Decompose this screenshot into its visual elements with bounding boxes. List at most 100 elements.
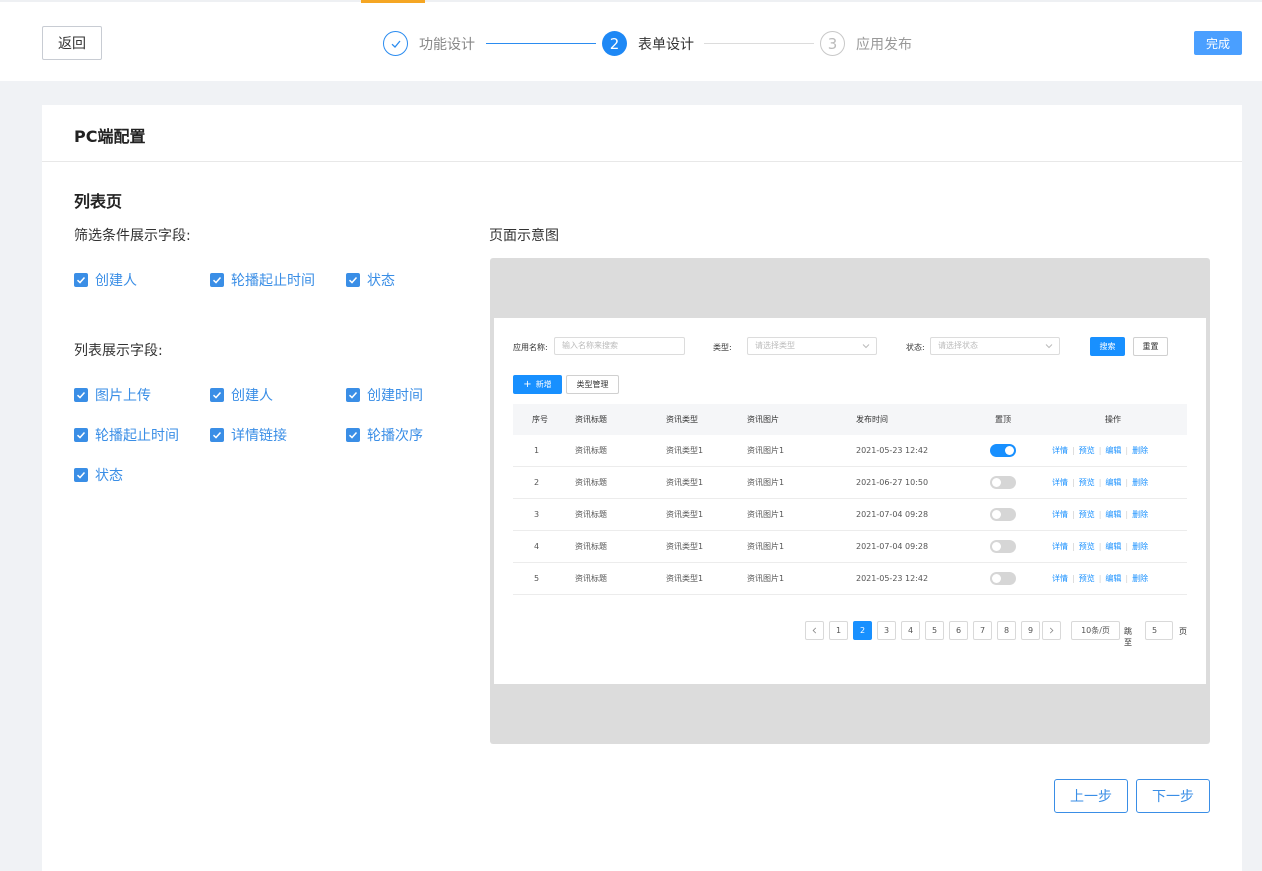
pv-action-link: 删除: [1132, 510, 1149, 519]
pv-cell-title: 资讯标题: [575, 542, 607, 551]
pv-action-link: 预览: [1078, 574, 1095, 583]
list-fields-label: 列表展示字段:: [74, 343, 163, 359]
checkbox-checked-icon: [74, 388, 88, 402]
pc-config-card: PC端配置 列表页 筛选条件展示字段: 创建人 轮播起止时间 状态 列表展示字段…: [42, 105, 1242, 871]
check-icon: [383, 31, 408, 56]
pv-action-link: 预览: [1078, 446, 1095, 455]
plus-icon: +: [523, 379, 532, 390]
pv-cell-top: [990, 435, 1016, 466]
pv-cell-image: 资讯图片1: [747, 510, 785, 519]
pv-top-toggle: [990, 476, 1016, 489]
checkbox-list-status[interactable]: 状态: [74, 465, 123, 485]
pv-type-manage-button: 类型管理: [566, 375, 619, 394]
pv-action-link: 删除: [1132, 542, 1149, 551]
back-button[interactable]: 返回: [42, 26, 102, 60]
checkbox-label: 状态: [95, 468, 123, 484]
pv-table-header: 序号 资讯标题 资讯类型 资讯图片 发布时间 置顶 操作: [513, 404, 1187, 435]
pv-action-separator: |: [1072, 446, 1075, 455]
pv-page-item: 8: [997, 621, 1016, 640]
pv-cell-no: 5: [534, 574, 540, 583]
checkbox-checked-icon: [74, 428, 88, 442]
checkbox-checked-icon: [74, 273, 88, 287]
pv-table-row: 1 资讯标题 资讯类型1 资讯图片1 2021-05-23 12:42 详情 | 预览 | 编辑 |…: [513, 435, 1187, 467]
pv-table: 序号 资讯标题 资讯类型 资讯图片 发布时间 置顶 操作 1 资讯标题资讯类型1 资…: [513, 404, 1187, 595]
checkbox-label: 轮播起止时间: [95, 428, 179, 444]
pv-type-label: 类型:: [713, 343, 732, 352]
pv-action-link: 删除: [1132, 446, 1149, 455]
step-form-design[interactable]: 2 表单设计: [602, 31, 694, 56]
checkbox-filter-carousel-time[interactable]: 轮播起止时间: [210, 270, 315, 290]
pv-cell-no: 4: [534, 542, 540, 551]
checkbox-label: 详情链接: [231, 428, 287, 444]
checkbox-list-carousel-order[interactable]: 轮播次序: [346, 425, 423, 445]
pv-action-link: 详情: [1052, 478, 1068, 487]
toggle-knob: [1005, 446, 1014, 455]
preview-label: 页面示意图: [489, 228, 559, 244]
pv-cell-image: 资讯图片1: [747, 446, 785, 455]
pv-cell-image: 资讯图片1: [747, 542, 785, 551]
pv-top-toggle: [990, 508, 1016, 521]
step-label: 应用发布: [856, 36, 912, 53]
step-app-publish[interactable]: 3 应用发布: [820, 31, 912, 56]
pv-cell-top: [990, 563, 1016, 594]
toggle-knob: [992, 510, 1001, 519]
pv-cell-title: 资讯标题: [575, 510, 607, 519]
pv-page-item: 6: [949, 621, 968, 640]
pv-name-input: 输入名称来搜索: [554, 337, 685, 355]
pv-action-link: 删除: [1132, 574, 1149, 583]
pv-col-header: 序号: [532, 415, 548, 424]
checkbox-list-carousel-time[interactable]: 轮播起止时间: [74, 425, 179, 445]
pv-action-separator: |: [1072, 574, 1075, 583]
section-title: 列表页: [74, 192, 123, 211]
pv-col-header: 置顶: [995, 415, 1011, 424]
pv-action-separator: |: [1125, 574, 1129, 583]
next-step-button[interactable]: 下一步: [1136, 779, 1210, 813]
checkbox-checked-icon: [346, 388, 360, 402]
pv-page-item: 3: [877, 621, 896, 640]
pv-add-label: 新增: [535, 380, 552, 389]
checkbox-filter-creator[interactable]: 创建人: [74, 270, 137, 290]
step-function-design[interactable]: 功能设计: [383, 31, 475, 56]
pv-action-link: 详情: [1052, 574, 1068, 583]
checkbox-list-create-time[interactable]: 创建时间: [346, 385, 423, 405]
checkbox-list-creator[interactable]: 创建人: [210, 385, 273, 405]
pv-action-separator: |: [1125, 542, 1129, 551]
pv-top-toggle: [990, 540, 1016, 553]
pv-action-link: 编辑: [1105, 542, 1122, 551]
checkbox-label: 图片上传: [95, 388, 151, 404]
pv-jump-label: 跳至: [1124, 627, 1132, 647]
pv-cell-actions: 详情 | 预览 | 编辑 | 删除: [1052, 531, 1148, 562]
checkbox-list-image-upload[interactable]: 图片上传: [74, 385, 151, 405]
preview-page: 应用名称: 输入名称来搜索 类型: 请选择类型 状态: 请选择状态 搜索 重置 …: [494, 318, 1206, 684]
pv-action-link: 详情: [1052, 510, 1068, 519]
pv-col-header: 操作: [1105, 415, 1121, 424]
pv-page-size: 10条/页: [1071, 621, 1120, 640]
pv-cell-time: 2021-06-27 10:50: [856, 478, 929, 487]
pv-cell-image: 资讯图片1: [747, 478, 785, 487]
pv-page-item: 2: [853, 621, 872, 640]
pv-jump-input: 5: [1145, 621, 1173, 640]
pv-cell-type: 资讯类型1: [666, 574, 704, 583]
pv-cell-top: [990, 467, 1016, 498]
pv-action-separator: |: [1072, 542, 1075, 551]
preview-frame: 应用名称: 输入名称来搜索 类型: 请选择类型 状态: 请选择状态 搜索 重置 …: [490, 258, 1210, 744]
pv-status-label: 状态:: [906, 343, 925, 352]
chevron-down-icon: [862, 344, 870, 349]
checkbox-filter-status[interactable]: 状态: [346, 270, 395, 290]
pv-cell-no: 1: [534, 446, 540, 455]
pv-cell-time: 2021-05-23 12:42: [856, 446, 929, 455]
pv-cell-actions: 详情 | 预览 | 编辑 | 删除: [1052, 563, 1148, 594]
checkbox-list-detail-link[interactable]: 详情链接: [210, 425, 287, 445]
chevron-left-icon: [805, 621, 824, 640]
pv-action-link: 预览: [1078, 478, 1095, 487]
prev-step-button[interactable]: 上一步: [1054, 779, 1128, 813]
pv-type-select: 请选择类型: [747, 337, 877, 355]
checkbox-label: 创建人: [95, 273, 137, 289]
top-accent-bar: [361, 0, 425, 3]
pv-table-row: 2 资讯标题 资讯类型1 资讯图片1 2021-06-27 10:50 详情 | 预览 | 编辑 |…: [513, 467, 1187, 499]
done-button[interactable]: 完成: [1194, 31, 1242, 55]
pv-page-item: 5: [925, 621, 944, 640]
pv-type-placeholder: 请选择类型: [755, 341, 795, 350]
card-title: PC端配置: [74, 127, 146, 146]
pv-action-link: 编辑: [1105, 446, 1122, 455]
